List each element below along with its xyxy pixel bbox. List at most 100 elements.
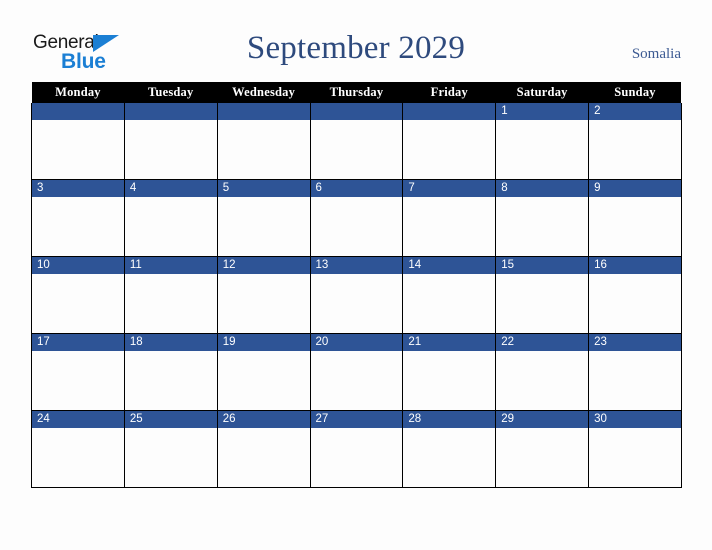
day-events-area[interactable] — [403, 428, 496, 487]
day-number: 1 — [496, 103, 589, 120]
day-events-area[interactable] — [217, 197, 310, 256]
calendar-day-cell[interactable]: 11 — [123, 256, 218, 334]
day-events-area[interactable] — [217, 428, 310, 487]
calendar-grid: Monday Tuesday Wednesday Thursday Friday… — [31, 82, 682, 488]
day-events-area[interactable] — [496, 351, 589, 410]
weekday-header-thursday: Thursday — [310, 82, 403, 103]
day-events-area[interactable] — [124, 197, 217, 256]
weekday-header-friday: Friday — [402, 82, 496, 103]
country-label: Somalia — [631, 46, 681, 62]
day-number: 29 — [496, 411, 589, 428]
calendar-day-cell[interactable]: 3 — [31, 179, 125, 257]
calendar-day-cell[interactable]: 6 — [309, 179, 404, 257]
day-number: 13 — [310, 257, 403, 274]
day-events-area[interactable] — [496, 197, 589, 256]
calendar-day-cell[interactable] — [31, 103, 125, 180]
calendar-day-cell[interactable]: 23 — [588, 333, 682, 411]
day-number: 4 — [124, 180, 217, 197]
day-events-area[interactable] — [32, 274, 124, 333]
day-number: 27 — [310, 411, 403, 428]
day-events-area[interactable] — [589, 428, 681, 487]
day-events-area[interactable] — [310, 274, 403, 333]
calendar-day-cell[interactable]: 10 — [31, 256, 125, 334]
calendar-day-cell[interactable]: 27 — [309, 410, 404, 488]
calendar-day-cell[interactable]: 14 — [402, 256, 497, 334]
calendar-week-row: 1 2 — [31, 103, 682, 180]
calendar-day-cell[interactable]: 8 — [495, 179, 590, 257]
day-events-area[interactable] — [403, 120, 496, 179]
calendar-weekday-header-row: Monday Tuesday Wednesday Thursday Friday… — [31, 82, 682, 103]
day-events-area[interactable] — [403, 351, 496, 410]
day-number: 10 — [32, 257, 124, 274]
calendar-day-cell[interactable]: 12 — [216, 256, 311, 334]
day-events-area[interactable] — [589, 274, 681, 333]
day-events-area[interactable] — [217, 351, 310, 410]
day-events-area[interactable] — [589, 120, 681, 179]
calendar-day-cell[interactable]: 24 — [31, 410, 125, 488]
day-events-area[interactable] — [124, 274, 217, 333]
day-events-area[interactable] — [589, 197, 681, 256]
calendar-day-cell[interactable] — [402, 103, 497, 180]
calendar-day-cell[interactable]: 7 — [402, 179, 497, 257]
day-number: 26 — [217, 411, 310, 428]
calendar-day-cell[interactable]: 16 — [588, 256, 682, 334]
calendar-day-cell[interactable]: 29 — [495, 410, 590, 488]
day-events-area[interactable] — [310, 120, 403, 179]
calendar-day-cell[interactable]: 26 — [216, 410, 311, 488]
day-number: 8 — [496, 180, 589, 197]
day-events-area[interactable] — [124, 120, 217, 179]
day-events-area[interactable] — [32, 197, 124, 256]
day-number — [32, 103, 124, 120]
calendar-day-cell[interactable]: 15 — [495, 256, 590, 334]
day-events-area[interactable] — [32, 428, 124, 487]
day-events-area[interactable] — [589, 351, 681, 410]
calendar-day-cell[interactable] — [216, 103, 311, 180]
day-events-area[interactable] — [32, 351, 124, 410]
calendar-day-cell[interactable] — [309, 103, 404, 180]
calendar-weeks: 1 2 3 4 5 6 7 8 9 10 11 12 13 14 15 16 1… — [31, 103, 682, 488]
calendar-day-cell[interactable]: 22 — [495, 333, 590, 411]
day-number: 5 — [217, 180, 310, 197]
day-events-area[interactable] — [496, 428, 589, 487]
day-events-area[interactable] — [496, 274, 589, 333]
calendar-day-cell[interactable]: 5 — [216, 179, 311, 257]
day-number: 30 — [589, 411, 681, 428]
calendar-day-cell[interactable]: 25 — [123, 410, 218, 488]
day-number: 9 — [589, 180, 681, 197]
calendar-day-cell[interactable]: 20 — [309, 333, 404, 411]
calendar-day-cell[interactable]: 1 — [495, 103, 590, 180]
calendar-day-cell[interactable]: 13 — [309, 256, 404, 334]
calendar-day-cell[interactable]: 17 — [31, 333, 125, 411]
day-events-area[interactable] — [310, 197, 403, 256]
calendar-day-cell[interactable]: 4 — [123, 179, 218, 257]
calendar-day-cell[interactable]: 2 — [588, 103, 682, 180]
day-events-area[interactable] — [403, 274, 496, 333]
weekday-header-wednesday: Wednesday — [217, 82, 311, 103]
day-number: 19 — [217, 334, 310, 351]
weekday-header-sunday: Sunday — [588, 82, 682, 103]
calendar-day-cell[interactable]: 21 — [402, 333, 497, 411]
day-events-area[interactable] — [217, 274, 310, 333]
day-events-area[interactable] — [496, 120, 589, 179]
day-number: 22 — [496, 334, 589, 351]
day-events-area[interactable] — [32, 120, 124, 179]
day-events-area[interactable] — [124, 428, 217, 487]
weekday-header-saturday: Saturday — [495, 82, 589, 103]
day-events-area[interactable] — [124, 351, 217, 410]
day-number: 25 — [124, 411, 217, 428]
calendar-day-cell[interactable]: 30 — [588, 410, 682, 488]
day-number: 2 — [589, 103, 681, 120]
day-events-area[interactable] — [310, 428, 403, 487]
day-number: 20 — [310, 334, 403, 351]
day-number — [403, 103, 496, 120]
day-events-area[interactable] — [310, 351, 403, 410]
calendar-day-cell[interactable]: 18 — [123, 333, 218, 411]
day-events-area[interactable] — [403, 197, 496, 256]
day-number: 18 — [124, 334, 217, 351]
day-number — [310, 103, 403, 120]
calendar-day-cell[interactable]: 28 — [402, 410, 497, 488]
calendar-day-cell[interactable] — [123, 103, 218, 180]
day-events-area[interactable] — [217, 120, 310, 179]
calendar-day-cell[interactable]: 19 — [216, 333, 311, 411]
calendar-day-cell[interactable]: 9 — [588, 179, 682, 257]
